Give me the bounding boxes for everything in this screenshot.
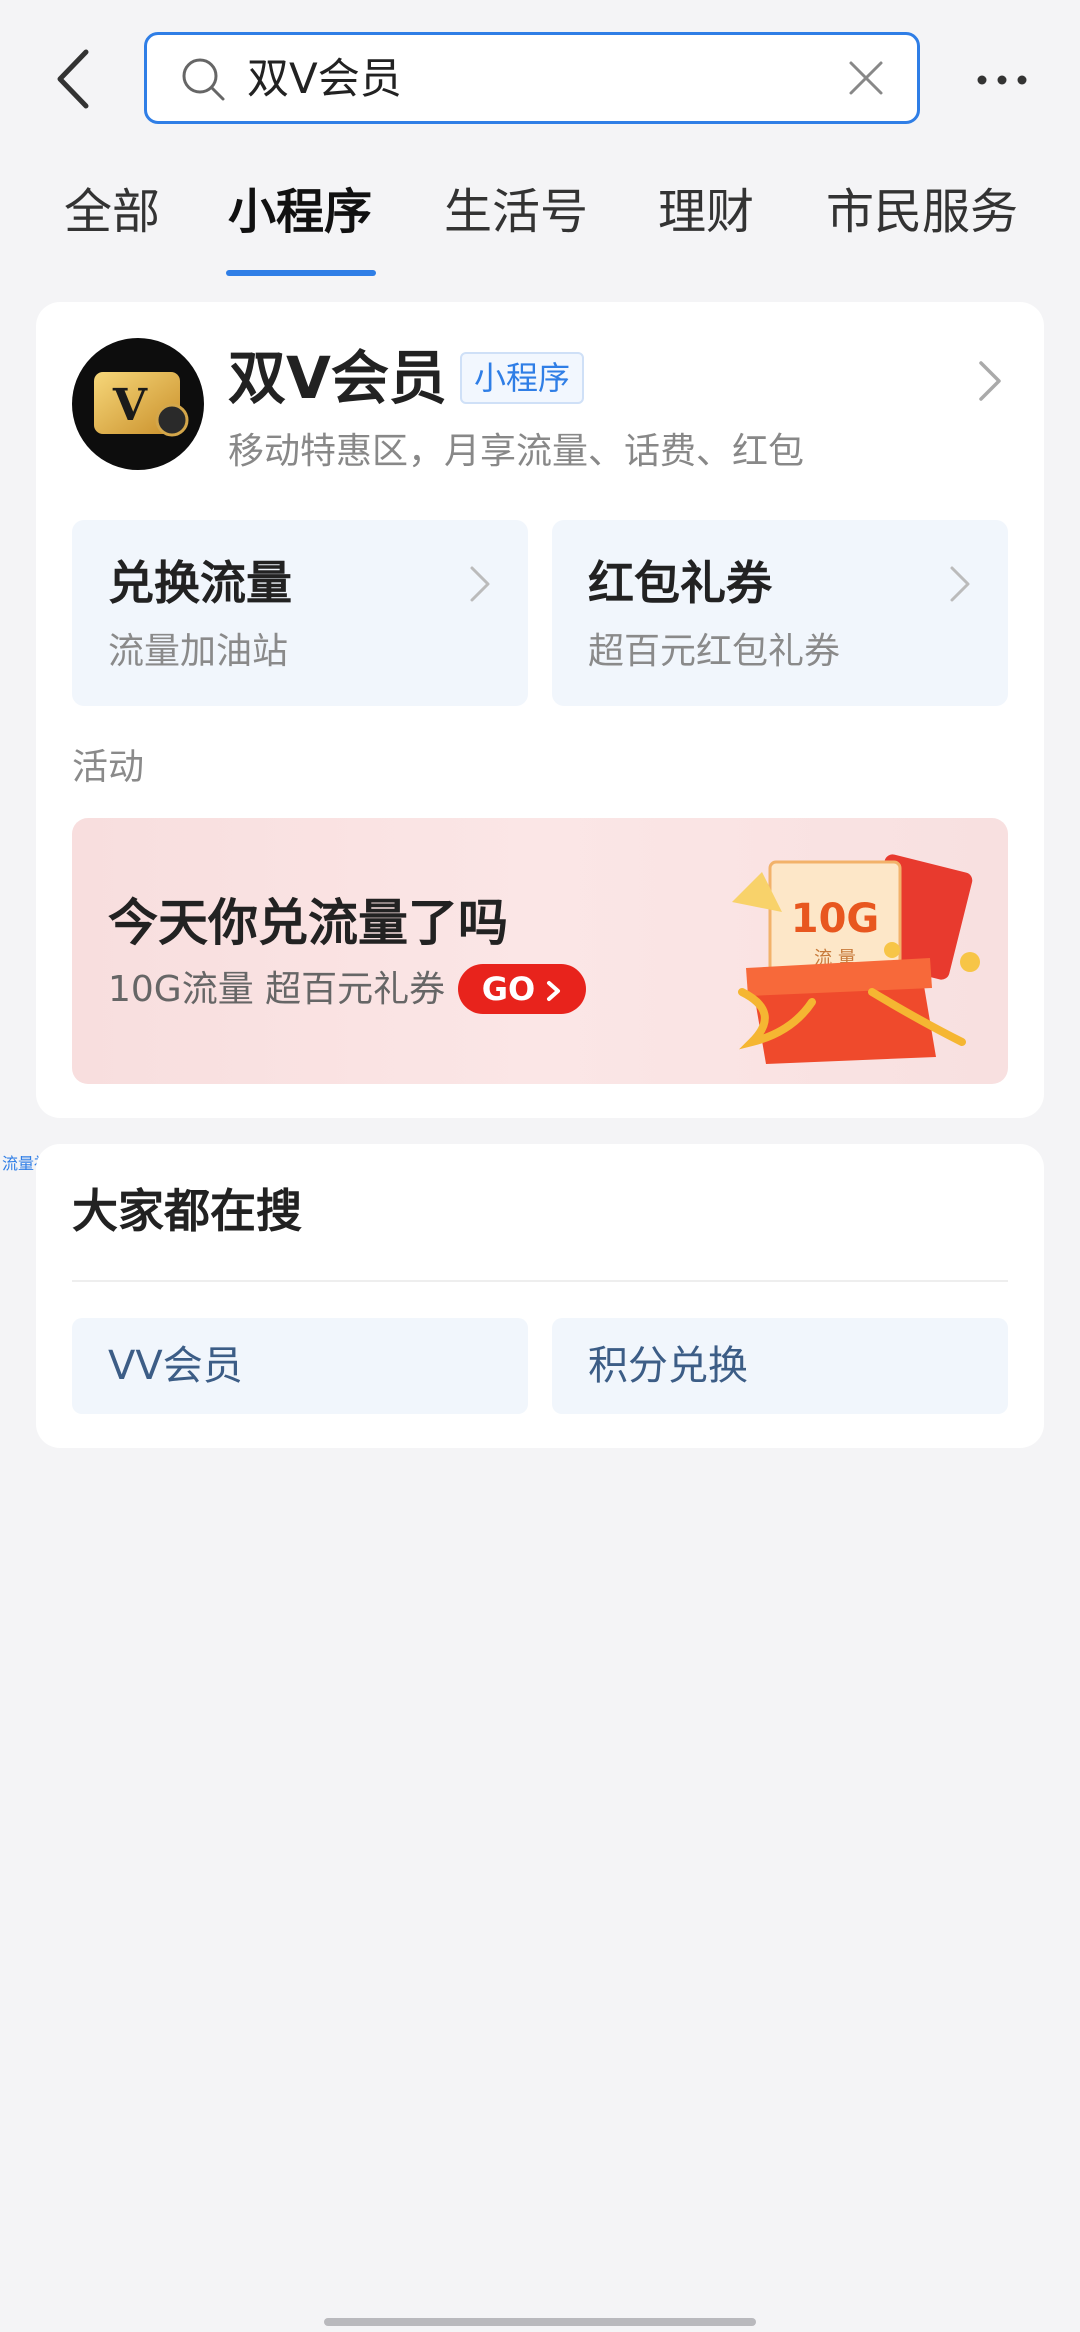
category-tabs: 全部 小程序 生活号 理财 市民服务: [0, 170, 1080, 280]
more-icon[interactable]: [976, 60, 1028, 100]
home-indicator[interactable]: [324, 2318, 756, 2326]
popular-searches-card: 大家都在搜 VV会员 积分兑换: [36, 1144, 1044, 1448]
popular-item[interactable]: 积分兑换: [552, 1318, 1008, 1414]
top-bar: 双V会员: [0, 0, 1080, 160]
banner-subtitle: 10G流量 超百元礼券: [108, 969, 446, 1010]
gift-label: 10G: [791, 896, 880, 942]
tab-mini-program[interactable]: 小程序: [228, 182, 372, 242]
service-exchange-data[interactable]: 兑换流量 流量加油站: [72, 520, 528, 706]
app-description: 移动特惠区，月享流量、话费、红包: [228, 431, 805, 472]
chevron-right-icon[interactable]: [976, 358, 1004, 404]
mini-program-badge: 小程序: [460, 352, 585, 404]
search-input[interactable]: 双V会员: [247, 53, 402, 105]
back-arrow-icon[interactable]: [48, 44, 108, 114]
gift-box-illustration: 10G 流 量: [732, 854, 980, 1064]
app-name: 双V会员: [228, 344, 447, 412]
activity-section-label: 活动: [72, 747, 145, 788]
divider: [72, 1280, 1008, 1282]
mini-program-result-card[interactable]: V 双V会员 小程序 移动特惠区，月享流量、话费、红包 兑换流量 流量加油站 红…: [36, 302, 1044, 1118]
service-subtitle: 流量加油站: [108, 631, 289, 672]
tab-all[interactable]: 全部: [64, 182, 160, 242]
service-red-packet[interactable]: 红包礼券 超百元红包礼券: [552, 520, 1008, 706]
service-subtitle: 超百元红包礼券: [588, 631, 841, 672]
v-card-icon: V: [94, 372, 189, 437]
active-tab-indicator: [226, 270, 376, 276]
tab-finance[interactable]: 理财: [658, 182, 754, 242]
activity-banner[interactable]: 今天你兑流量了吗 10G流量 超百元礼券 GO 10G 流 量: [72, 818, 1008, 1084]
app-logo: V: [72, 338, 204, 470]
search-box[interactable]: 双V会员: [144, 32, 920, 124]
banner-title: 今天你兑流量了吗: [108, 894, 508, 952]
chevron-right-icon: [547, 981, 561, 1001]
chevron-right-icon: [950, 566, 970, 602]
chevron-right-icon: [470, 566, 490, 602]
tab-life[interactable]: 生活号: [444, 182, 588, 242]
popular-title: 大家都在搜: [72, 1184, 302, 1238]
service-title: 兑换流量: [108, 556, 292, 610]
go-button[interactable]: GO: [458, 964, 586, 1014]
tab-citizen-service[interactable]: 市民服务: [826, 182, 1018, 242]
popular-item[interactable]: VV会员: [72, 1318, 528, 1414]
service-title: 红包礼券: [588, 556, 772, 610]
search-icon: [182, 58, 225, 101]
logo-letter: V: [112, 380, 148, 431]
clear-icon[interactable]: [845, 57, 887, 99]
